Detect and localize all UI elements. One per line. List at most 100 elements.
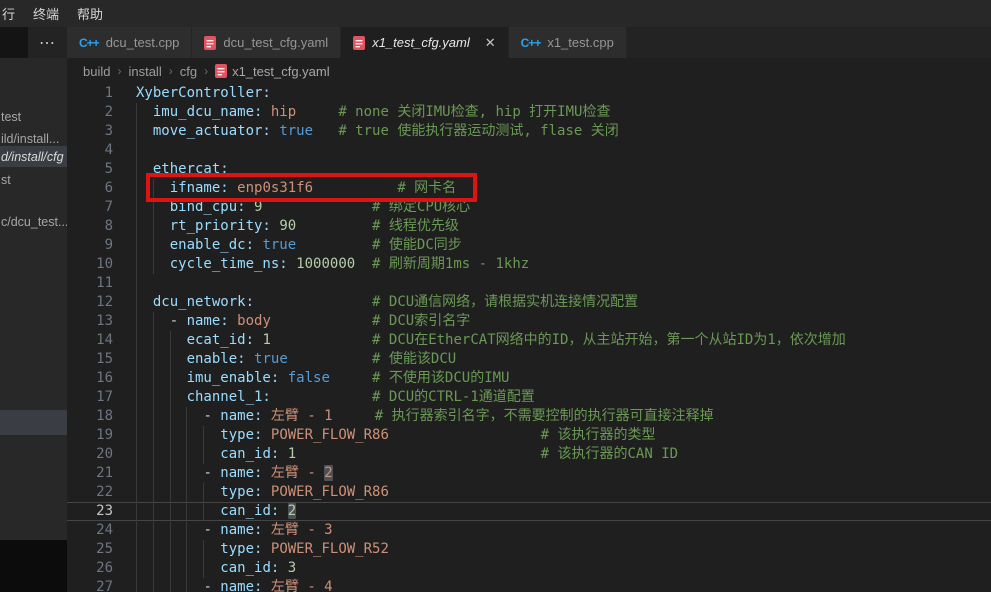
code-token: 2 xyxy=(324,465,332,481)
code-token xyxy=(271,332,372,348)
indent-guide xyxy=(203,483,204,502)
sidebar-item[interactable]: d/install/cfg xyxy=(0,146,67,167)
code-token xyxy=(279,446,287,462)
code-line-20[interactable]: 20 can_id: 1 # 该执行器的CAN ID xyxy=(67,445,991,464)
code-line-10[interactable]: 10 cycle_time_ns: 1000000 # 刷新周期1ms - 1k… xyxy=(67,255,991,274)
code-token: 1 xyxy=(288,446,296,462)
line-number: 1 xyxy=(67,84,121,103)
indent-guide xyxy=(153,483,154,502)
code-token: can_id: xyxy=(220,503,279,519)
code-line-14[interactable]: 14 ecat_id: 1 # DCU在EtherCAT网络中的ID，从主站开始… xyxy=(67,331,991,350)
code-content: move_actuator: true # true 使能执行器运动测试, fl… xyxy=(121,122,991,141)
code-line-6[interactable]: 6 ifname: enp0s31f6 # 网卡名 xyxy=(67,179,991,198)
code-token xyxy=(288,256,296,272)
code-line-16[interactable]: 16 imu_enable: false # 不使用该DCU的IMU xyxy=(67,369,991,388)
indent-guide xyxy=(136,236,137,255)
code-token xyxy=(262,541,270,557)
code-token xyxy=(136,370,187,386)
breadcrumb-item-cfg[interactable]: cfg xyxy=(180,64,197,79)
more-actions-button[interactable]: ⋯ xyxy=(28,27,67,58)
indent-guide xyxy=(136,331,137,350)
code-line-18[interactable]: 18 - name: 左臂 - 1 # 执行器索引名字，不需要控制的执行器可直接… xyxy=(67,407,991,426)
menu-item-2[interactable]: 帮助 xyxy=(68,0,112,27)
code-line-25[interactable]: 25 type: POWER_FLOW_R52 xyxy=(67,540,991,559)
code-line-12[interactable]: 12 dcu_network: # DCU通信网络，请根据实机连接情况配置 xyxy=(67,293,991,312)
indent-guide xyxy=(170,521,171,540)
code-line-5[interactable]: 5 ethercat: xyxy=(67,160,991,179)
code-token: # 执行器索引名字，不需要控制的执行器可直接注释掉 xyxy=(375,408,714,424)
code-token: can_id: xyxy=(220,560,279,576)
tab-x1_test_cfg.yaml[interactable]: x1_test_cfg.yaml✕ xyxy=(341,27,508,58)
code-token: POWER_FLOW_R86 xyxy=(271,427,389,443)
code-token: true xyxy=(262,237,296,253)
indent-guide xyxy=(136,426,137,445)
code-token: name: xyxy=(220,579,262,592)
indent-guide xyxy=(136,464,137,483)
code-line-23[interactable]: 23 can_id: 2 xyxy=(67,502,991,521)
code-line-2[interactable]: 2 imu_dcu_name: hip # none 关闭IMU检查, hip … xyxy=(67,103,991,122)
code-token: false xyxy=(288,370,330,386)
line-number: 24 xyxy=(67,521,121,540)
code-token xyxy=(136,332,187,348)
code-line-9[interactable]: 9 enable_dc: true # 使能DC同步 xyxy=(67,236,991,255)
breadcrumb-item-build[interactable]: build xyxy=(83,64,110,79)
sidebar-item[interactable]: st xyxy=(0,169,67,190)
indent-guide xyxy=(136,369,137,388)
code-line-4[interactable]: 4 xyxy=(67,141,991,160)
code-content: - name: 左臂 - 2 xyxy=(121,464,991,483)
line-number: 19 xyxy=(67,426,121,445)
code-content: - name: 左臂 - 3 xyxy=(121,521,991,540)
code-token: true xyxy=(279,123,313,139)
yaml-file-icon xyxy=(353,36,365,50)
code-line-15[interactable]: 15 enable: true # 使能该DCU xyxy=(67,350,991,369)
code-token: - xyxy=(203,522,220,538)
indent-guide xyxy=(186,521,187,540)
code-content: enable: true # 使能该DCU xyxy=(121,350,991,369)
code-line-17[interactable]: 17 channel_1: # DCU的CTRL-1通道配置 xyxy=(67,388,991,407)
code-token: POWER_FLOW_R52 xyxy=(271,541,389,557)
code-line-24[interactable]: 24 - name: 左臂 - 3 xyxy=(67,521,991,540)
code-token xyxy=(262,104,270,120)
code-content: type: POWER_FLOW_R86 xyxy=(121,483,991,502)
code-token xyxy=(262,579,270,592)
code-line-21[interactable]: 21 - name: 左臂 - 2 xyxy=(67,464,991,483)
code-token: 1 xyxy=(262,332,270,348)
sidebar-item[interactable]: c/dcu_test... xyxy=(0,211,67,232)
menu-item-0[interactable]: 行 xyxy=(0,0,24,27)
code-token: - xyxy=(170,313,187,329)
code-token: ifname: xyxy=(170,180,229,196)
code-line-13[interactable]: 13 - name: body # DCU索引名字 xyxy=(67,312,991,331)
code-token: # 不使用该DCU的IMU xyxy=(372,370,509,386)
code-line-3[interactable]: 3 move_actuator: true # true 使能执行器运动测试, … xyxy=(67,122,991,141)
code-token xyxy=(262,522,270,538)
breadcrumb-file[interactable]: x1_test_cfg.yaml xyxy=(215,64,330,79)
code-content: - name: body # DCU索引名字 xyxy=(121,312,991,331)
code-line-1[interactable]: 1XyberController: xyxy=(67,84,991,103)
tab-dcu_test_cfg.yaml[interactable]: dcu_test_cfg.yaml xyxy=(192,27,341,58)
code-token: type: xyxy=(220,541,262,557)
code-line-26[interactable]: 26 can_id: 3 xyxy=(67,559,991,578)
breadcrumb-item-install[interactable]: install xyxy=(128,64,161,79)
tab-x1_test.cpp[interactable]: C++x1_test.cpp xyxy=(509,27,627,58)
menu-item-1[interactable]: 终端 xyxy=(24,0,68,27)
code-line-11[interactable]: 11 xyxy=(67,274,991,293)
code-line-7[interactable]: 7 bind_cpu: 9 # 绑定CPU核心 xyxy=(67,198,991,217)
code-token: ecat_id: xyxy=(187,332,254,348)
code-line-8[interactable]: 8 rt_priority: 90 # 线程优先级 xyxy=(67,217,991,236)
line-number: 26 xyxy=(67,559,121,578)
tab-dcu_test.cpp[interactable]: C++dcu_test.cpp xyxy=(67,27,192,58)
code-token xyxy=(136,294,153,310)
sidebar-item[interactable]: test xyxy=(0,106,67,127)
code-editor[interactable]: 1XyberController:2 imu_dcu_name: hip # n… xyxy=(67,84,991,592)
indent-guide xyxy=(136,103,137,122)
chevron-right-icon: › xyxy=(117,64,121,78)
sidebar-bottom-block xyxy=(0,540,67,592)
code-line-27[interactable]: 27 - name: 左臂 - 4 xyxy=(67,578,991,592)
code-line-22[interactable]: 22 type: POWER_FLOW_R86 xyxy=(67,483,991,502)
close-icon[interactable]: ✕ xyxy=(485,36,496,49)
line-number: 3 xyxy=(67,122,121,141)
vscode-window: 行终端帮助 ⋯ C++dcu_test.cppdcu_test_cfg.yaml… xyxy=(0,0,991,592)
code-line-19[interactable]: 19 type: POWER_FLOW_R86 # 该执行器的类型 xyxy=(67,426,991,445)
code-token xyxy=(136,560,220,576)
code-token xyxy=(136,351,187,367)
